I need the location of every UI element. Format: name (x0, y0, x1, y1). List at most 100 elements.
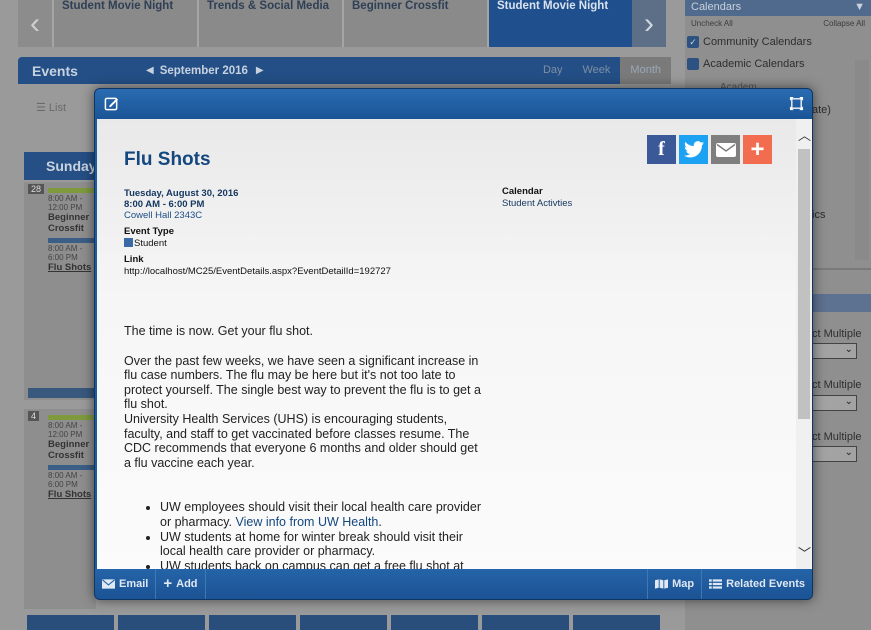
event-time: 8:00 AM - 12:00 PM (48, 421, 83, 439)
sidebar-partial-text: ics (812, 209, 826, 221)
carousel-tile-active[interactable]: Student Movie Night (487, 0, 632, 47)
event-name[interactable]: Beginner Crossfit (24, 212, 96, 234)
description-list: UW employees should visit their local he… (124, 500, 484, 571)
event-time: 8:00 AM - 6:00 PM (124, 199, 205, 210)
calendar-toolbar: Events ◀ September 2016 ▶ Day Week Month (18, 57, 671, 84)
sidebar-scrollbar[interactable] (855, 60, 869, 260)
day-cell[interactable]: 4 8:00 AM - 12:00 PM Beginner Crossfit 8… (24, 409, 96, 609)
section-title: Events (32, 62, 78, 79)
carousel-tile[interactable]: Trends & Social Media (197, 0, 342, 47)
event-location[interactable]: Cowell Hall 2343C (124, 210, 391, 221)
list-view-button[interactable]: ☰ List (36, 101, 66, 114)
list-item: UW employees should visit their local he… (160, 500, 484, 529)
view-month-tab[interactable]: Month (620, 57, 671, 84)
calendar-info: Calendar Student Activties (502, 186, 572, 209)
day-cell-footer (209, 615, 296, 630)
calendar-value: Student Activties (502, 198, 573, 209)
modal-body: Flu Shots f + Tuesday, August 30, 2016 8… (97, 119, 812, 571)
event-time: 8:00 AM - 6:00 PM (48, 471, 83, 489)
sidebar-item-academic-calendars[interactable]: Academic Calendars (685, 53, 871, 75)
map-button[interactable]: Map (647, 569, 701, 599)
carousel-tile[interactable]: Student Movie Night (52, 0, 197, 47)
chevron-up-icon[interactable]: ︿ (798, 125, 811, 144)
filter-select[interactable]: ⌄ (810, 343, 857, 359)
day-number: 28 (28, 184, 45, 194)
carousel-next-button[interactable]: › (632, 0, 666, 47)
collapse-arrow-icon: ▼ (854, 1, 865, 13)
scrollbar-thumb[interactable] (798, 149, 810, 419)
add-button-label: Add (176, 578, 198, 590)
day-cell-footer (300, 615, 387, 630)
day-cell-footer (118, 615, 205, 630)
sidebar-header[interactable]: Calendars ▼ (685, 0, 871, 16)
share-buttons: f + (647, 135, 772, 164)
modal-titlebar (95, 89, 812, 119)
month-next-icon[interactable]: ▶ (256, 65, 264, 76)
event-carousel: ‹ Student Movie Night Trends & Social Me… (18, 0, 670, 47)
filter-select[interactable]: ⌄ (810, 395, 857, 411)
list-icon (709, 579, 723, 589)
list-item: UW students at home for winter break sho… (160, 530, 484, 559)
event-color-bar (48, 465, 96, 470)
uncheck-all-link[interactable]: Uncheck All (691, 19, 733, 28)
sidebar-actions: Uncheck All Collapse All (685, 16, 871, 31)
carousel-tile-label: Beginner Crossfit (352, 0, 449, 12)
select-multiple-label: ct Multiple (812, 431, 862, 443)
link-label: Link (124, 254, 144, 265)
facebook-icon[interactable]: f (647, 135, 676, 164)
day-number: 4 (28, 411, 40, 421)
event-date: Tuesday, August 30, 2016 (124, 188, 239, 199)
envelope-shape (715, 142, 736, 157)
modal-scrollbar[interactable]: ︿ ﹀ (796, 119, 812, 571)
event-type-color-swatch (124, 238, 133, 247)
edit-icon[interactable] (104, 96, 119, 111)
email-button[interactable]: Email (95, 569, 157, 599)
day-header-sunday: Sunday (24, 152, 97, 180)
view-week-tab[interactable]: Week (573, 57, 621, 84)
view-day-tab[interactable]: Day (533, 57, 573, 84)
event-color-bar (48, 415, 96, 420)
chevron-down-icon[interactable]: ﹀ (798, 543, 811, 562)
sidebar-item-community-calendars[interactable]: ✓ Community Calendars (685, 31, 871, 53)
chevron-right-icon: › (644, 6, 654, 40)
description-paragraph: The time is now. Get your flu shot. (124, 324, 313, 338)
event-name[interactable]: Flu Shots (24, 262, 96, 273)
plus-icon: + (163, 575, 173, 592)
event-name[interactable]: Flu Shots (24, 489, 96, 500)
sidebar-item-label: Community Calendars (703, 36, 812, 48)
sidebar-partial-text: ate) (812, 104, 831, 116)
more-events-bar[interactable] (28, 388, 94, 398)
event-meta: Tuesday, August 30, 2016 8:00 AM - 6:00 … (124, 188, 391, 277)
select-multiple-label: ct Multiple (812, 328, 862, 340)
email-button-label: Email (119, 578, 149, 590)
uw-health-link[interactable]: View info from UW Health (236, 515, 379, 529)
carousel-tile[interactable]: Beginner Crossfit (342, 0, 487, 47)
add-share-icon[interactable]: + (743, 135, 772, 164)
day-cell[interactable]: 28 8:00 AM - 12:00 PM Beginner Crossfit … (24, 182, 96, 400)
filter-select[interactable]: ⌄ (810, 446, 857, 462)
checkbox-checked-icon[interactable]: ✓ (687, 36, 699, 48)
expand-icon[interactable] (789, 96, 804, 111)
collapse-all-link[interactable]: Collapse All (823, 19, 865, 28)
event-time: 8:00 AM - 12:00 PM (48, 194, 83, 212)
day-cell-footer (482, 615, 569, 630)
carousel-prev-button[interactable]: ‹ (18, 0, 52, 47)
email-icon (102, 579, 115, 589)
event-name[interactable]: Beginner Crossfit (24, 439, 96, 461)
month-prev-icon[interactable]: ◀ (146, 65, 154, 76)
day-cell-footer (573, 615, 660, 630)
event-detail-modal: Flu Shots f + Tuesday, August 30, 2016 8… (94, 88, 813, 600)
carousel-tile-label: Student Movie Night (62, 0, 174, 12)
email-share-icon[interactable] (711, 135, 740, 164)
related-events-button[interactable]: Related Events (701, 569, 812, 599)
add-button[interactable]: + Add (156, 569, 206, 599)
filter-panel-header[interactable] (812, 294, 871, 312)
event-type-label: Event Type (124, 226, 174, 237)
checkbox-icon[interactable] (687, 58, 699, 70)
description-paragraph: Over the past few weeks, we have seen a … (124, 353, 481, 412)
event-description: The time is now. Get your flu shot. Over… (124, 324, 484, 571)
event-type-value: Student (124, 238, 391, 249)
event-link[interactable]: http://localhost/MC25/EventDetails.aspx?… (124, 266, 391, 277)
twitter-icon[interactable] (679, 135, 708, 164)
related-events-label: Related Events (726, 578, 805, 590)
